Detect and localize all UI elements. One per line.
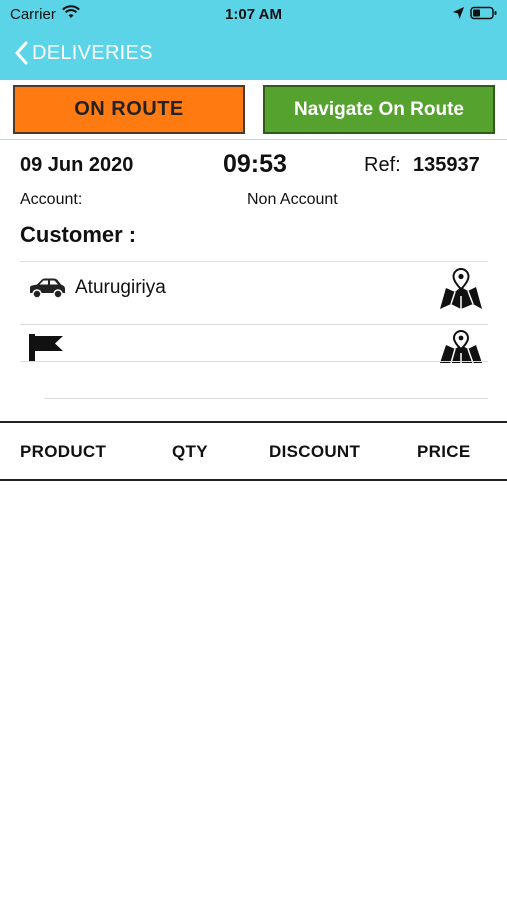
column-header-product: PRODUCT — [20, 442, 107, 461]
map-pin-icon[interactable] — [439, 268, 483, 310]
table-header-top-border — [0, 421, 507, 423]
column-header-qty: QTY — [172, 442, 208, 461]
row-divider — [20, 361, 488, 362]
table-header-bottom-border — [0, 479, 507, 481]
row-divider — [20, 324, 488, 325]
status-bar: Carrier 1:07 AM — [0, 0, 507, 28]
on-route-button[interactable]: ON ROUTE — [13, 85, 245, 134]
navigate-on-route-button[interactable]: Navigate On Route — [263, 85, 495, 134]
pickup-location: Aturugiriya — [75, 277, 166, 298]
back-label: DELIVERIES — [32, 41, 153, 64]
back-button[interactable]: DELIVERIES — [14, 40, 153, 66]
ref-label: Ref: — [364, 154, 401, 176]
car-icon — [30, 278, 65, 299]
column-header-discount: DISCOUNT — [269, 442, 361, 461]
chevron-left-icon — [15, 41, 28, 65]
map-pin-icon[interactable] — [439, 330, 483, 364]
account-label: Account: — [20, 191, 83, 208]
flag-icon — [29, 334, 63, 362]
customer-label: Customer : — [20, 222, 137, 247]
ref-value: 135937 — [413, 154, 480, 176]
divider — [0, 139, 507, 140]
row-divider — [20, 261, 488, 262]
account-value: Non Account — [247, 191, 338, 208]
battery-icon — [470, 6, 497, 20]
location-arrow-icon — [453, 7, 464, 19]
column-header-price: PRICE — [417, 442, 471, 461]
status-time: 1:07 AM — [225, 6, 282, 23]
order-time: 09:53 — [223, 150, 287, 178]
order-date: 09 Jun 2020 — [20, 154, 134, 176]
row-divider — [44, 398, 488, 399]
